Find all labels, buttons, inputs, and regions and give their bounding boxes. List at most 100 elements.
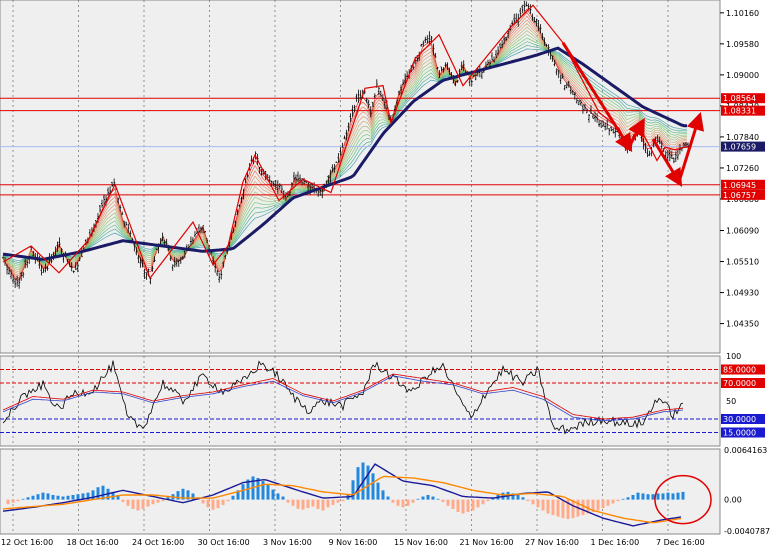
macd-histogram-bar: [271, 489, 275, 500]
price-panel-frame: [0, 0, 721, 354]
macd-histogram-bar: [406, 499, 410, 506]
macd-histogram-bar: [446, 499, 450, 506]
macd-histogram-bar: [671, 493, 675, 500]
price-panel: 1.101601.095801.090001.084201.078401.072…: [0, 0, 765, 354]
price-tag-label: 1.06757: [723, 191, 756, 200]
macd-histogram-bar: [656, 493, 660, 500]
macd-y-tick-label: 0.0064163: [724, 446, 767, 455]
macd-histogram-bar: [611, 499, 615, 504]
macd-histogram-bar: [46, 493, 50, 500]
x-tick-label: 15 Nov 16:00: [394, 538, 448, 547]
price-tag-label: 1.07659: [723, 143, 756, 152]
macd-histogram-bar: [266, 484, 270, 500]
x-tick-label: 18 Oct 16:00: [67, 538, 119, 547]
macd-histogram-bar: [381, 490, 385, 500]
macd-histogram-bar: [211, 499, 215, 510]
macd-histogram-bar: [631, 494, 635, 500]
macd-histogram-bar: [216, 499, 220, 509]
time-axis: 12 Oct 16:00 18 Oct 16:00 24 Oct 16:00 30 O…: [1, 538, 705, 547]
macd-histogram-bar: [336, 499, 340, 503]
macd-histogram-bar: [296, 499, 300, 509]
macd-histogram-bar: [126, 499, 130, 506]
macd-histogram-bar: [221, 499, 225, 506]
macd-histogram-bar: [326, 499, 330, 508]
macd-histogram-bar: [61, 496, 65, 500]
macd-histogram-bar: [476, 499, 480, 508]
osc-y-tick-label: 100: [726, 352, 741, 361]
macd-histogram-bar: [141, 499, 145, 509]
macd-histogram-bar: [16, 499, 20, 502]
macd-histogram-bar: [96, 487, 100, 500]
macd-histogram-bar: [71, 494, 75, 500]
macd-histogram-bar: [276, 493, 280, 500]
y-tick-label: 1.05510: [726, 258, 759, 267]
x-tick-label: 30 Oct 16:00: [198, 538, 250, 547]
y-tick-label: 1.07840: [726, 133, 759, 142]
macd-histogram-bar: [286, 499, 290, 503]
macd-histogram-bar: [466, 499, 470, 512]
macd-histogram-bar: [486, 499, 490, 502]
macd-histogram-bar: [91, 490, 95, 500]
macd-histogram-bar: [366, 465, 370, 500]
x-tick-label: 3 Nov 16:00: [263, 538, 312, 547]
macd-histogram-bar: [436, 498, 440, 500]
macd-histogram-bar: [391, 499, 395, 503]
macd-histogram-bar: [596, 499, 600, 511]
macd-histogram-bar: [66, 495, 70, 500]
price-tag-label: 1.08564: [723, 94, 756, 103]
macd-histogram-bar: [661, 493, 665, 500]
macd-histogram-bar: [316, 499, 320, 509]
y-tick-label: 1.04930: [726, 289, 759, 298]
macd-histogram-bar: [6, 499, 10, 505]
macd-histogram-bar: [526, 499, 530, 502]
macd-histogram-bar: [521, 497, 525, 500]
macd-histogram-bar: [341, 499, 345, 502]
macd-histogram-bar: [76, 494, 80, 500]
macd-histogram-bar: [136, 499, 140, 511]
x-tick-label: 12 Oct 16:00: [1, 538, 53, 547]
macd-histogram-bar: [281, 496, 285, 500]
macd-panel: 0.0064163 0.00 -0.0040787: [0, 446, 770, 536]
macd-histogram-bar: [541, 499, 545, 511]
macd-histogram-bar: [36, 494, 40, 500]
y-tick-label: 1.07260: [726, 164, 759, 173]
macd-histogram-bar: [121, 499, 125, 502]
osc-level-label: 70.0000: [723, 379, 756, 388]
macd-histogram-bar: [386, 496, 390, 500]
macd-histogram-bar: [471, 499, 475, 511]
macd-histogram-bar: [26, 497, 30, 500]
macd-histogram-bar: [56, 495, 60, 500]
macd-histogram-bar: [681, 491, 685, 500]
oscillator-panel: 85.0000 70.0000 30.0000 15.0000 100 50: [0, 352, 765, 447]
macd-histogram-bar: [396, 499, 400, 506]
x-tick-label: 21 Nov 16:00: [460, 538, 514, 547]
macd-histogram-bar: [301, 499, 305, 510]
macd-histogram-bar: [516, 494, 520, 500]
macd-histogram-bar: [401, 499, 405, 508]
macd-histogram-bar: [456, 499, 460, 512]
macd-histogram-bar: [131, 499, 135, 509]
macd-histogram-bar: [311, 499, 315, 507]
osc-y-tick-label: 50: [726, 397, 736, 406]
macd-histogram-bar: [416, 498, 420, 500]
y-tick-label: 1.06090: [726, 227, 759, 236]
y-tick-label: 1.09000: [726, 71, 759, 80]
macd-histogram-bar: [651, 494, 655, 500]
macd-histogram-bar: [461, 499, 465, 514]
x-tick-label: 7 Dec 16:00: [656, 538, 705, 547]
x-tick-label: 9 Nov 16:00: [329, 538, 378, 547]
macd-histogram-bar: [581, 499, 585, 516]
macd-histogram-bar: [331, 499, 335, 506]
macd-histogram-bar: [556, 499, 560, 517]
macd-histogram-bar: [201, 499, 205, 504]
macd-histogram-bar: [676, 492, 680, 500]
macd-histogram-bar: [481, 499, 485, 505]
macd-histogram-bar: [601, 499, 605, 509]
x-tick-label: 27 Nov 16:00: [525, 538, 579, 547]
macd-histogram-bar: [411, 499, 415, 503]
macd-histogram-bar: [21, 498, 25, 500]
macd-histogram-bar: [441, 499, 445, 502]
y-tick-label: 1.04350: [726, 320, 759, 329]
macd-histogram-bar: [31, 495, 35, 500]
x-tick-label: 1 Dec 16:00: [591, 538, 640, 547]
